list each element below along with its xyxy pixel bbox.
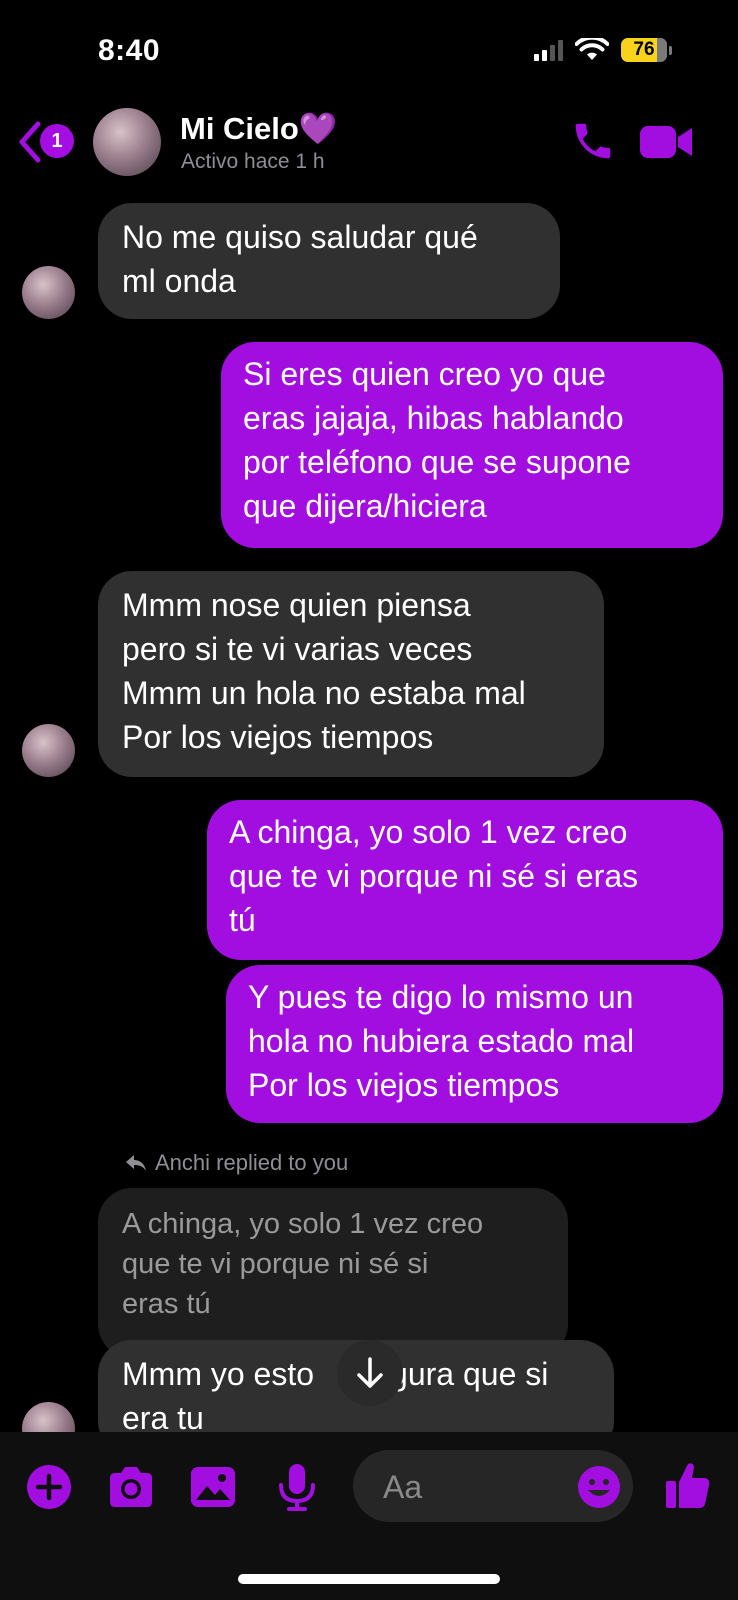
unread-badge[interactable]: 1 bbox=[40, 124, 74, 158]
incoming-message[interactable]: Mmm nose quien piensa pero si te vi vari… bbox=[98, 571, 604, 777]
reply-arrow-icon bbox=[126, 1155, 146, 1171]
message-line: que dijera/hiciera bbox=[243, 488, 487, 524]
scroll-to-bottom-button[interactable] bbox=[337, 1340, 403, 1406]
outgoing-message[interactable]: Y pues te digo lo mismo un hola no hubie… bbox=[226, 965, 723, 1123]
message-line: Si eres quien creo yo que bbox=[243, 356, 606, 392]
sender-avatar[interactable] bbox=[22, 724, 75, 777]
status-time: 8:40 bbox=[98, 34, 161, 67]
message-input[interactable] bbox=[381, 1464, 555, 1510]
gallery-icon[interactable] bbox=[188, 1462, 238, 1512]
plus-icon[interactable] bbox=[24, 1462, 74, 1512]
quoted-line: eras tú bbox=[122, 1288, 211, 1320]
contact-status: Activo hace 1 h bbox=[181, 150, 325, 173]
camera-icon[interactable] bbox=[106, 1462, 156, 1512]
message-line: eras jajaja, hibas hablando bbox=[243, 400, 624, 436]
battery-level: 76 bbox=[633, 39, 655, 60]
message-line: ml onda bbox=[122, 263, 236, 299]
cellular-signal-icon bbox=[534, 39, 563, 61]
home-indicator bbox=[238, 1574, 500, 1584]
reply-indicator: Anchi replied to you bbox=[125, 1150, 348, 1176]
outgoing-message[interactable]: Si eres quien creo yo que eras jajaja, h… bbox=[221, 342, 723, 548]
message-line: pero si te vi varias veces bbox=[122, 631, 473, 667]
message-line: por teléfono que se supone bbox=[243, 444, 631, 480]
message-line: hola no hubiera estado mal bbox=[248, 1023, 635, 1059]
message-line: tú bbox=[229, 902, 256, 938]
wifi-icon bbox=[575, 38, 609, 60]
phone-icon[interactable] bbox=[570, 118, 616, 164]
sender-avatar[interactable] bbox=[22, 266, 75, 319]
message-line: Y pues te digo lo mismo un bbox=[248, 979, 634, 1015]
incoming-message[interactable]: No me quiso saludar qué ml onda bbox=[98, 203, 560, 319]
message-line: Por los viejos tiempos bbox=[248, 1067, 560, 1103]
outgoing-message[interactable]: A chinga, yo solo 1 vez creo que te vi p… bbox=[207, 800, 723, 960]
emoji-icon[interactable] bbox=[576, 1464, 622, 1510]
message-line: A chinga, yo solo 1 vez creo bbox=[229, 814, 628, 850]
reply-label-text: Anchi replied to you bbox=[155, 1150, 349, 1175]
message-line: que te vi porque ni sé si eras bbox=[229, 858, 639, 894]
quoted-message[interactable]: A chinga, yo solo 1 vez creo que te vi p… bbox=[98, 1188, 568, 1358]
battery-icon: 76 bbox=[621, 38, 667, 62]
microphone-icon[interactable] bbox=[272, 1462, 322, 1512]
message-line: Por los viejos tiempos bbox=[122, 719, 434, 755]
thumbs-up-icon[interactable] bbox=[665, 1460, 711, 1510]
contact-avatar[interactable] bbox=[93, 108, 161, 176]
status-indicators: 76 bbox=[534, 38, 672, 62]
message-line: Mmm un hola no estaba mal bbox=[122, 675, 526, 711]
quoted-line: A chinga, yo solo 1 vez creo bbox=[122, 1208, 484, 1240]
arrow-down-icon bbox=[357, 1357, 383, 1388]
message-line: No me quiso saludar qué bbox=[122, 219, 478, 255]
contact-name[interactable]: Mi Cielo💜 bbox=[180, 110, 337, 147]
video-camera-icon[interactable] bbox=[640, 122, 694, 162]
message-line: Mmm nose quien piensa bbox=[122, 587, 471, 623]
quoted-line: que te vi porque ni sé si bbox=[122, 1248, 429, 1280]
